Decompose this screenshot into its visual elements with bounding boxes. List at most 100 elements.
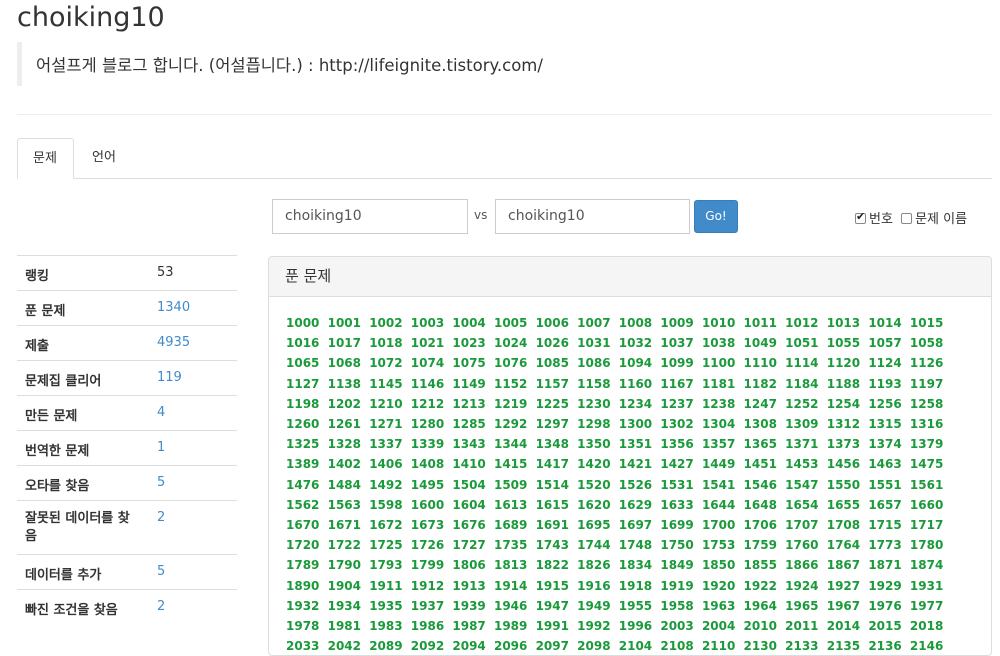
problem-link[interactable]: 1989	[494, 619, 527, 633]
problem-link[interactable]: 1006	[536, 316, 569, 330]
problem-link[interactable]: 1657	[868, 498, 901, 512]
problem-link[interactable]: 2110	[702, 639, 735, 653]
problem-link[interactable]: 1415	[494, 457, 527, 471]
problem-link[interactable]: 1822	[536, 558, 569, 572]
problem-link[interactable]: 1146	[411, 377, 444, 391]
problem-link[interactable]: 1308	[744, 417, 777, 431]
problem-link[interactable]: 1014	[868, 316, 901, 330]
problem-link[interactable]: 1748	[619, 538, 652, 552]
problem-link[interactable]: 1024	[494, 336, 527, 350]
problem-link[interactable]: 1315	[868, 417, 901, 431]
problem-link[interactable]: 1670	[286, 518, 319, 532]
stats-link[interactable]: 2	[149, 500, 237, 555]
problem-link[interactable]: 1520	[577, 478, 610, 492]
problem-link[interactable]: 1867	[827, 558, 860, 572]
problem-link[interactable]: 1753	[702, 538, 735, 552]
problem-link[interactable]: 1184	[785, 377, 818, 391]
problem-link[interactable]: 1931	[910, 579, 943, 593]
problem-link[interactable]: 1916	[577, 579, 610, 593]
problem-link[interactable]: 1302	[660, 417, 693, 431]
problem-link[interactable]: 1309	[785, 417, 818, 431]
problem-link[interactable]: 1127	[286, 377, 319, 391]
problem-link[interactable]: 1676	[452, 518, 485, 532]
problem-link[interactable]: 1509	[494, 478, 527, 492]
problem-link[interactable]: 1005	[494, 316, 527, 330]
problem-link[interactable]: 1633	[660, 498, 693, 512]
problem-link[interactable]: 1145	[369, 377, 402, 391]
problem-link[interactable]: 1699	[660, 518, 693, 532]
problem-link[interactable]: 1198	[286, 397, 319, 411]
problem-link[interactable]: 1237	[660, 397, 693, 411]
problem-link[interactable]: 1316	[910, 417, 943, 431]
problem-name-checkbox[interactable]	[901, 213, 913, 224]
problem-link[interactable]: 1138	[328, 377, 361, 391]
problem-link[interactable]: 1152	[494, 377, 527, 391]
problem-link[interactable]: 2098	[577, 639, 610, 653]
problem-link[interactable]: 2108	[660, 639, 693, 653]
problem-link[interactable]: 1780	[910, 538, 943, 552]
problem-link[interactable]: 1826	[577, 558, 610, 572]
problem-link[interactable]: 1793	[369, 558, 402, 572]
problem-link[interactable]: 2135	[827, 639, 860, 653]
problem-link[interactable]: 1866	[785, 558, 818, 572]
problem-link[interactable]: 1238	[702, 397, 735, 411]
problem-link[interactable]: 1160	[619, 377, 652, 391]
problem-link[interactable]: 1357	[702, 437, 735, 451]
problem-link[interactable]: 1256	[868, 397, 901, 411]
problem-link[interactable]: 2042	[328, 639, 361, 653]
problem-link[interactable]: 1453	[785, 457, 818, 471]
problem-link[interactable]: 1463	[868, 457, 901, 471]
problem-link[interactable]: 1850	[702, 558, 735, 572]
problem-link[interactable]: 1126	[910, 356, 943, 370]
problem-link[interactable]: 1374	[868, 437, 901, 451]
problem-link[interactable]: 1986	[411, 619, 444, 633]
problem-link[interactable]: 1350	[577, 437, 610, 451]
problem-link[interactable]: 2014	[827, 619, 860, 633]
problem-link[interactable]: 1700	[702, 518, 735, 532]
problem-link[interactable]: 1912	[411, 579, 444, 593]
problem-link[interactable]: 1149	[452, 377, 485, 391]
problem-link[interactable]: 2004	[702, 619, 735, 633]
problem-link[interactable]: 1967	[827, 599, 860, 613]
problem-link[interactable]: 1691	[536, 518, 569, 532]
problem-link[interactable]: 1927	[827, 579, 860, 593]
problem-link[interactable]: 1011	[744, 316, 777, 330]
problem-link[interactable]: 2146	[910, 639, 943, 653]
problem-link[interactable]: 2033	[286, 639, 319, 653]
problem-link[interactable]: 2094	[452, 639, 485, 653]
problem-link[interactable]: 1976	[868, 599, 901, 613]
problem-link[interactable]: 1451	[744, 457, 777, 471]
problem-link[interactable]: 1031	[577, 336, 610, 350]
problem-link[interactable]: 2097	[536, 639, 569, 653]
problem-link[interactable]: 1773	[868, 538, 901, 552]
problem-link[interactable]: 1110	[744, 356, 777, 370]
problem-link[interactable]: 1546	[744, 478, 777, 492]
problem-link[interactable]: 1922	[744, 579, 777, 593]
stats-link[interactable]: 4	[149, 395, 237, 431]
problem-link[interactable]: 2089	[369, 639, 402, 653]
problem-link[interactable]: 1531	[660, 478, 693, 492]
problem-link[interactable]: 1563	[328, 498, 361, 512]
problem-link[interactable]: 1421	[619, 457, 652, 471]
problem-link[interactable]: 1120	[827, 356, 860, 370]
problem-link[interactable]: 1561	[910, 478, 943, 492]
problem-link[interactable]: 1212	[411, 397, 444, 411]
problem-link[interactable]: 1002	[369, 316, 402, 330]
stats-link[interactable]: 5	[149, 554, 237, 590]
problem-link[interactable]: 1356	[660, 437, 693, 451]
problem-link[interactable]: 1213	[452, 397, 485, 411]
problem-link[interactable]: 1007	[577, 316, 610, 330]
problem-link[interactable]: 1085	[536, 356, 569, 370]
problem-link[interactable]: 1197	[910, 377, 943, 391]
problem-link[interactable]: 1920	[702, 579, 735, 593]
problem-link[interactable]: 1932	[286, 599, 319, 613]
problem-link[interactable]: 1911	[369, 579, 402, 593]
problem-link[interactable]: 1032	[619, 336, 652, 350]
problem-link[interactable]: 1402	[328, 457, 361, 471]
problem-link[interactable]: 1420	[577, 457, 610, 471]
problem-link[interactable]: 1904	[328, 579, 361, 593]
problem-link[interactable]: 1017	[328, 336, 361, 350]
problem-link[interactable]: 1202	[328, 397, 361, 411]
problem-link[interactable]: 1337	[369, 437, 402, 451]
problem-link[interactable]: 1325	[286, 437, 319, 451]
